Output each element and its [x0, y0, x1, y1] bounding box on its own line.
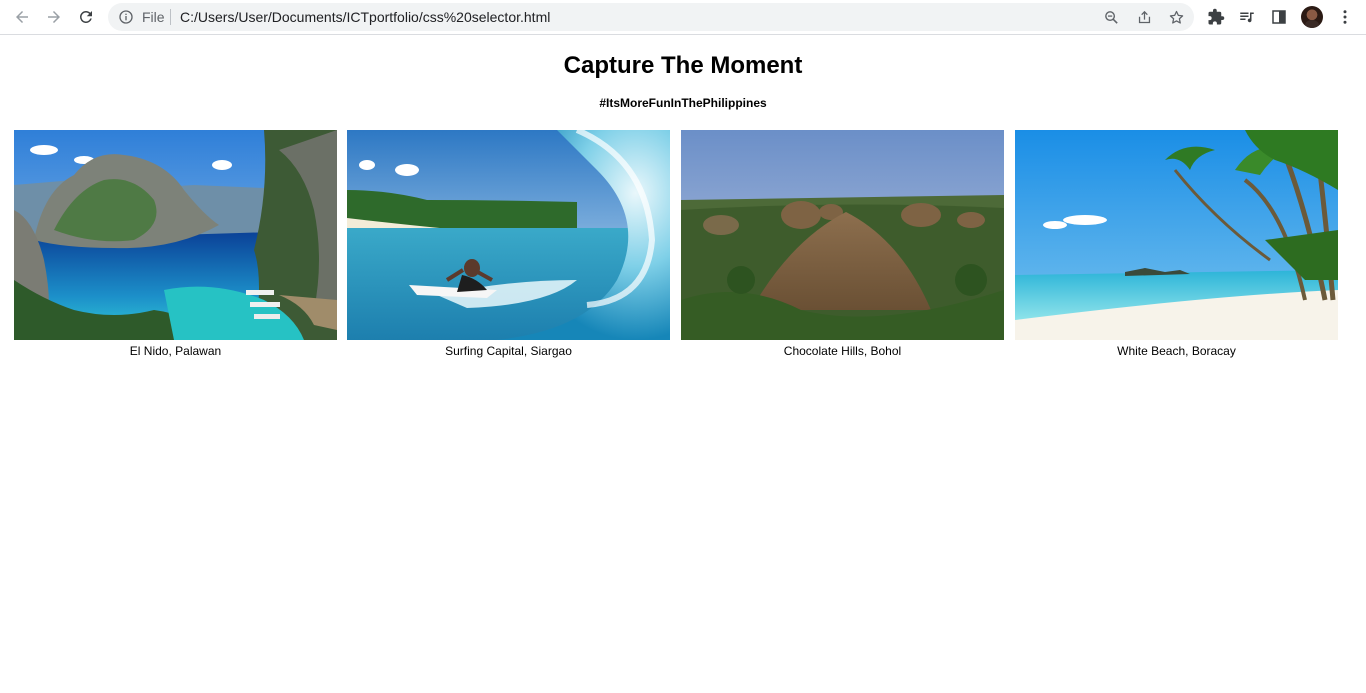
boracay-photo [1015, 130, 1338, 340]
extensions-puzzle-icon[interactable] [1206, 7, 1226, 27]
forward-button[interactable] [39, 2, 69, 32]
zoom-icon[interactable] [1102, 8, 1120, 26]
reload-icon [79, 10, 92, 23]
profile-avatar[interactable] [1301, 6, 1323, 28]
gallery-item-siargao: Surfing Capital, Siargao [347, 130, 670, 358]
bookmark-star-icon[interactable] [1167, 8, 1185, 26]
back-button[interactable] [7, 2, 37, 32]
more-vert-icon[interactable] [1335, 7, 1355, 27]
media-queue-icon[interactable] [1237, 7, 1257, 27]
url-text[interactable]: C:/Users/User/Documents/ICTportfolio/css… [180, 9, 550, 25]
share-icon[interactable] [1135, 8, 1153, 26]
gallery-item-el-nido: El Nido, Palawan [14, 130, 337, 358]
info-icon[interactable] [118, 9, 134, 25]
gallery-caption: Chocolate Hills, Bohol [783, 344, 902, 358]
browser-toolbar: File C:/Users/User/Documents/ICTportfoli… [0, 0, 1366, 35]
gallery-caption: Surfing Capital, Siargao [445, 344, 572, 358]
back-arrow-icon [16, 11, 28, 23]
gallery-caption: El Nido, Palawan [129, 344, 222, 358]
page-subtitle: #ItsMoreFunInThePhilippines [599, 96, 767, 110]
address-bar[interactable]: File C:/Users/User/Documents/ICTportfoli… [108, 3, 1194, 31]
forward-arrow-icon [48, 11, 60, 23]
page-title: Capture The Moment [563, 52, 803, 79]
el-nido-photo [14, 130, 337, 340]
siargao-photo [347, 130, 670, 340]
chocolate-hills-photo [681, 130, 1004, 340]
address-separator [170, 9, 171, 25]
side-panel-icon[interactable] [1269, 7, 1289, 27]
gallery-item-chocolate-hills: Chocolate Hills, Bohol [681, 130, 1004, 358]
gallery-item-boracay: White Beach, Boracay [1015, 130, 1338, 358]
reload-button[interactable] [71, 2, 101, 32]
gallery-caption: White Beach, Boracay [1117, 344, 1236, 358]
file-scheme-label: File [142, 9, 165, 25]
